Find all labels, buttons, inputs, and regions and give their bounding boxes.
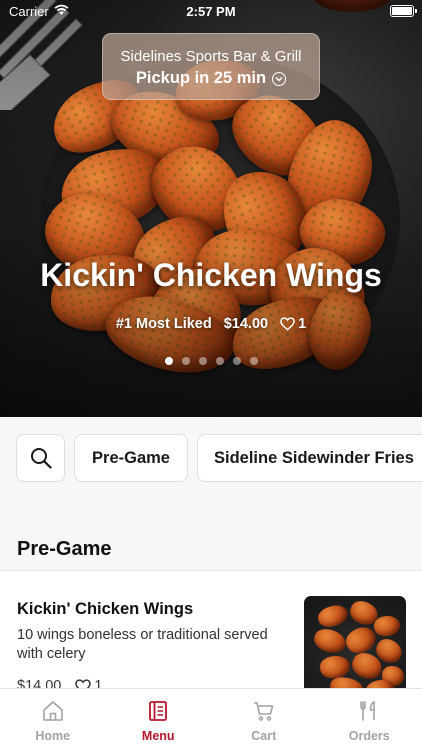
chicken-wing xyxy=(311,626,349,656)
search-icon xyxy=(30,448,52,469)
tab-menu[interactable]: Menu xyxy=(106,689,212,750)
carousel-dot[interactable] xyxy=(164,357,173,365)
orders-icon xyxy=(360,701,376,721)
tab-home[interactable]: Home xyxy=(0,689,106,750)
chicken-wing xyxy=(318,653,352,681)
home-icon xyxy=(42,701,63,721)
clock: 2:57 PM xyxy=(186,4,236,19)
carousel-dot[interactable] xyxy=(215,357,224,365)
menu-icon xyxy=(149,701,168,721)
menu-item-card[interactable]: Kickin' Chicken Wings 10 wings boneless … xyxy=(0,570,422,701)
category-chip-pre-game[interactable]: Pre-Game xyxy=(74,434,188,482)
category-chip-fries[interactable]: Sideline Sidewinder Fries xyxy=(197,434,422,482)
pickup-time: Pickup in 25 min xyxy=(103,69,319,88)
carousel-dots[interactable] xyxy=(0,357,422,365)
item-description: 10 wings boneless or traditional served … xyxy=(17,627,268,662)
featured-title: Kickin' Chicken Wings xyxy=(40,257,382,293)
section-title: Pre-Game xyxy=(17,538,112,560)
chicken-wing xyxy=(315,601,351,631)
item-image xyxy=(304,596,406,701)
chevron-down-icon xyxy=(272,71,287,86)
restaurant-name: Sidelines Sports Bar & Grill xyxy=(120,48,302,65)
tab-orders[interactable]: Orders xyxy=(317,689,422,750)
battery-icon xyxy=(390,5,417,17)
carousel-dot[interactable] xyxy=(198,357,207,365)
cart-icon xyxy=(253,702,274,721)
heart-icon xyxy=(280,317,295,331)
search-button[interactable] xyxy=(16,434,65,482)
featured-badge: #1 Most Liked xyxy=(115,316,212,332)
featured-likes[interactable]: 1 xyxy=(280,316,306,332)
item-name: Kickin' Chicken Wings xyxy=(17,600,194,618)
tab-cart[interactable]: Cart xyxy=(211,689,317,750)
tab-bar: Home Menu Cart Orders xyxy=(0,688,422,750)
status-bar: Carrier 2:57 PM xyxy=(0,0,422,22)
category-strip: Pre-Game Sideline Sidewinder Fries xyxy=(0,417,422,502)
carousel-dot[interactable] xyxy=(181,357,190,365)
featured-meta: #1 Most Liked $14.00 1 xyxy=(0,316,422,332)
hero-banner[interactable]: Carrier 2:57 PM Sidelines Sports Bar & G… xyxy=(0,0,422,417)
carousel-dot[interactable] xyxy=(249,357,258,365)
carousel-dot[interactable] xyxy=(232,357,241,365)
featured-price: $14.00 xyxy=(223,316,269,332)
restaurant-selector[interactable]: Sidelines Sports Bar & Grill Pickup in 2… xyxy=(102,33,320,100)
